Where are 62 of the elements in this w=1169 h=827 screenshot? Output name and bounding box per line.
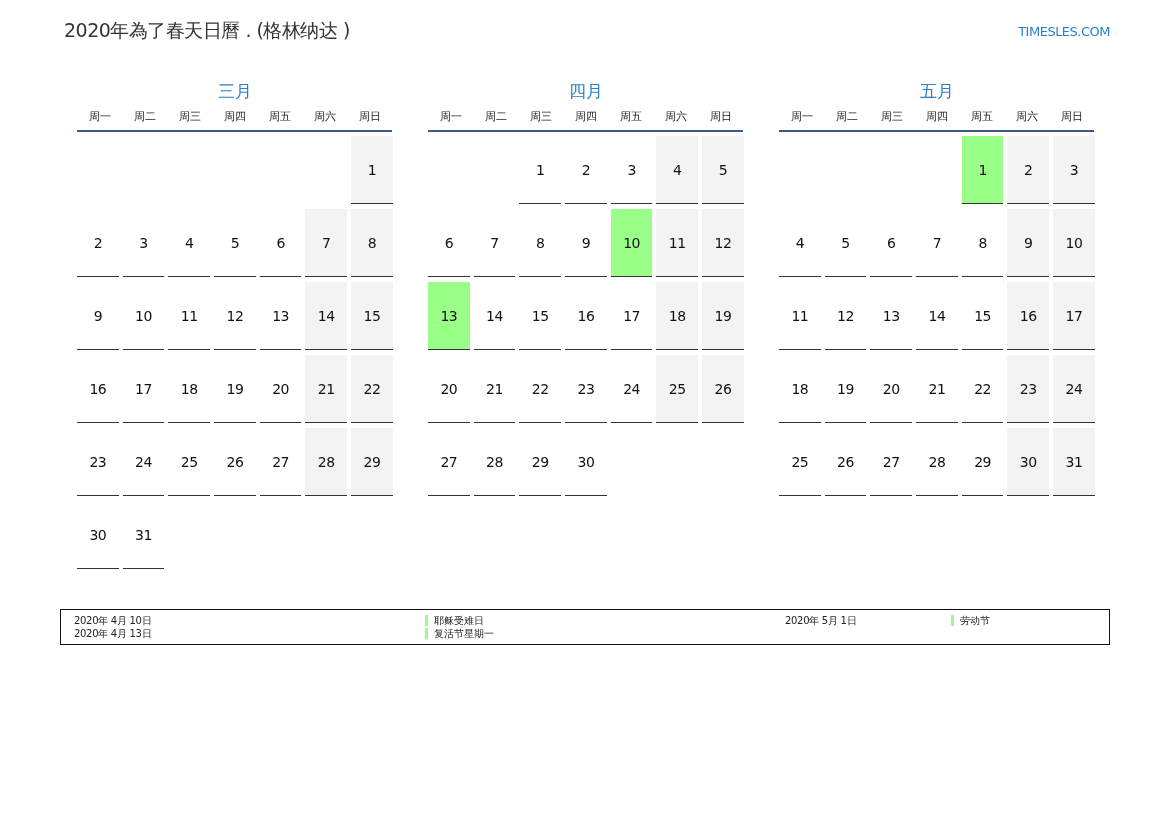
weekday-label: 周日 xyxy=(1059,109,1084,124)
day-cell: 17 xyxy=(1053,282,1095,350)
day-cell: 15 xyxy=(351,282,393,350)
weekday-label: 周五 xyxy=(267,109,292,124)
day-cell: 13 xyxy=(428,282,470,350)
holiday-date: 2020年 4月 13日 xyxy=(74,627,153,640)
weekday-label: 周五 xyxy=(969,109,994,124)
weekday-label: 周日 xyxy=(708,109,733,124)
weekday-label: 周三 xyxy=(177,109,202,124)
holiday-date: 2020年 4月 10日 xyxy=(74,614,153,627)
weekday-label: 周四 xyxy=(573,109,598,124)
weekday-label: 周六 xyxy=(1014,109,1039,124)
day-cell: 10 xyxy=(1053,209,1095,277)
day-cell: 30 xyxy=(1007,428,1050,496)
day-cell: 3 xyxy=(1053,136,1095,204)
day-cell: 26 xyxy=(702,355,744,423)
day-cell: 5 xyxy=(702,136,744,204)
weekday-label: 周日 xyxy=(357,109,382,124)
weekday-label: 周三 xyxy=(879,109,904,124)
weekday-label: 周一 xyxy=(438,109,463,124)
weekday-label: 周一 xyxy=(87,109,112,124)
weekday-label: 周二 xyxy=(483,109,508,124)
day-cell: 10 xyxy=(610,209,653,277)
day-cell: 7 xyxy=(305,209,348,277)
day-cell: 4 xyxy=(656,136,699,204)
day-cell: 1 xyxy=(351,136,393,204)
day-cell: 12 xyxy=(702,209,744,277)
day-cell: 24 xyxy=(1053,355,1095,423)
weekday-label: 周三 xyxy=(528,109,553,124)
holiday-date: 2020年 5月 1日 xyxy=(785,614,858,627)
month-name: 四月 xyxy=(567,80,604,103)
day-cell: 31 xyxy=(1053,428,1095,496)
day-cell: 21 xyxy=(305,355,348,423)
month-name: 三月 xyxy=(216,80,253,103)
holiday-name: 劳动节 xyxy=(959,614,990,627)
day-cell: 16 xyxy=(1007,282,1050,350)
day-cell: 18 xyxy=(656,282,699,350)
weekday-label: 周五 xyxy=(618,109,643,124)
day-cell: 19 xyxy=(702,282,744,350)
day-cell: 14 xyxy=(305,282,348,350)
day-cell: 1 xyxy=(961,136,1004,204)
day-cell: 8 xyxy=(351,209,393,277)
weekday-label: 周一 xyxy=(789,109,814,124)
holiday-name: 复活节星期一 xyxy=(433,627,494,640)
page-title: 2020年為了春天日曆 . (格林纳达 ) xyxy=(64,18,350,43)
month-name: 五月 xyxy=(918,80,955,103)
weekday-label: 周二 xyxy=(132,109,157,124)
weekday-label: 周六 xyxy=(663,109,688,124)
site-logo[interactable]: TIMESLES.COM xyxy=(1018,23,1110,39)
day-cell: 9 xyxy=(1007,209,1050,277)
weekday-label: 周四 xyxy=(222,109,247,124)
weekday-label: 周四 xyxy=(924,109,949,124)
day-cell: 22 xyxy=(351,355,393,423)
weekday-label: 周二 xyxy=(834,109,859,124)
day-cell: 29 xyxy=(351,428,393,496)
weekday-label: 周六 xyxy=(312,109,337,124)
holiday-name: 耶稣受难日 xyxy=(433,614,484,627)
day-cell: 11 xyxy=(656,209,699,277)
day-cell: 28 xyxy=(305,428,348,496)
day-cell: 25 xyxy=(656,355,699,423)
day-cell: 23 xyxy=(1007,355,1050,423)
day-cell: 2 xyxy=(1007,136,1050,204)
